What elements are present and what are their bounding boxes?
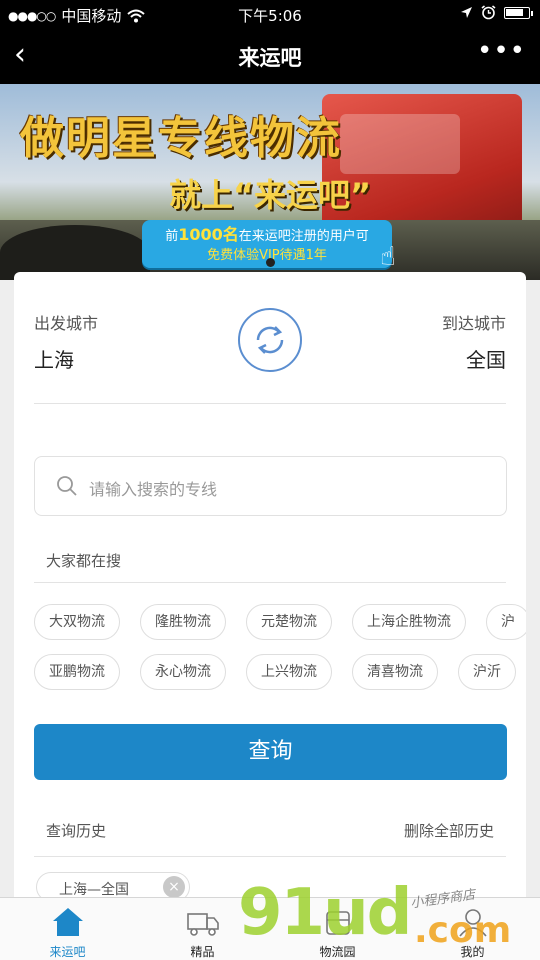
status-time: 下午5:06 bbox=[238, 7, 302, 25]
banner-headline: 做明星专线物流 bbox=[20, 113, 342, 164]
battery-fill bbox=[506, 8, 523, 16]
popular-tag[interactable]: 大双物流 bbox=[34, 604, 120, 640]
popular-tag[interactable]: 上兴物流 bbox=[246, 654, 332, 690]
from-city-value[interactable]: 上海 bbox=[34, 344, 74, 373]
banner-subline: 就上“来运吧” bbox=[168, 176, 372, 214]
popular-tag[interactable]: 上海企胜物流 bbox=[352, 604, 466, 640]
popular-searches-label: 大家都在搜 bbox=[46, 552, 122, 570]
logistics-park-icon bbox=[325, 911, 350, 935]
tab-label: 物流园 bbox=[319, 945, 356, 959]
status-right bbox=[460, 5, 533, 20]
history-item-label: 上海—全国 bbox=[59, 882, 129, 898]
promo-banner[interactable]: 做明星专线物流 就上“来运吧” 前1000名在来运吧注册的用户可 免费体验VIP… bbox=[0, 84, 540, 280]
tab-featured[interactable]: 精品 bbox=[135, 898, 270, 960]
battery-icon bbox=[504, 6, 533, 19]
search-icon bbox=[57, 476, 77, 496]
to-city-label: 到达城市 bbox=[441, 314, 506, 333]
popular-tag[interactable]: 亚鹏物流 bbox=[34, 654, 120, 690]
truck-icon bbox=[186, 913, 219, 936]
tab-label: 精品 bbox=[190, 945, 215, 959]
search-input[interactable]: 请输入搜索的专线 bbox=[34, 456, 507, 516]
popular-tag[interactable]: 清喜物流 bbox=[352, 654, 438, 690]
search-placeholder: 请输入搜索的专线 bbox=[89, 480, 218, 499]
popular-tag[interactable]: 元楚物流 bbox=[246, 604, 332, 640]
history-label: 查询历史 bbox=[46, 822, 107, 840]
promo-line-1: 前1000名在来运吧注册的用户可 bbox=[142, 225, 392, 246]
popular-tags-row-1: 大双物流 隆胜物流 元楚物流 上海企胜物流沪 bbox=[34, 604, 526, 640]
profile-icon bbox=[458, 909, 487, 937]
location-arrow-icon bbox=[461, 7, 472, 18]
page-title: 来运吧 bbox=[238, 46, 302, 70]
popular-tags-row-2: 亚鹏物流 永心物流 上兴物流 清喜物流 沪沂 bbox=[34, 654, 516, 690]
home-icon bbox=[52, 908, 83, 936]
search-card: 出发城市 上海 到达城市 全国 请输入搜索的专线 大家都在搜 大双物流 隆胜物流元… bbox=[14, 272, 526, 912]
tab-home[interactable]: 来运吧 bbox=[0, 898, 135, 960]
tab-profile[interactable]: 我的 bbox=[405, 898, 540, 960]
alarm-icon bbox=[481, 5, 496, 20]
promo-highlight: 1000名 bbox=[178, 225, 239, 244]
status-bar: ●●●○○ 中国移动 下午5:06 bbox=[0, 0, 540, 28]
from-city-label: 出发城市 bbox=[34, 314, 99, 333]
more-menu-button[interactable]: ••• bbox=[477, 36, 526, 66]
carousel-indicator[interactable] bbox=[266, 258, 275, 267]
promo-prefix: 前 bbox=[165, 229, 179, 244]
popular-tag[interactable]: 沪沂 bbox=[458, 654, 516, 690]
tab-label: 来运吧 bbox=[49, 945, 86, 959]
to-city-value[interactable]: 全国 bbox=[466, 344, 506, 373]
popular-tags: 大双物流 隆胜物流 元楚物流 上海企胜物流沪 亚鹏物流 永心物流 上兴物流 清喜物流 沪沂 bbox=[34, 604, 526, 694]
divider bbox=[34, 582, 506, 583]
swap-cities-button[interactable] bbox=[238, 308, 302, 372]
remove-history-icon[interactable]: × bbox=[163, 876, 185, 898]
popular-tag[interactable]: 隆胜物流 bbox=[140, 604, 226, 640]
popular-tag[interactable]: 沪 bbox=[486, 604, 526, 640]
divider bbox=[34, 403, 506, 404]
tab-label: 我的 bbox=[460, 945, 485, 959]
swap-cities-icon bbox=[256, 326, 284, 354]
divider bbox=[34, 856, 506, 857]
popular-tag[interactable]: 永心物流 bbox=[140, 654, 226, 690]
nav-bar: ‹ 来运吧 ••• bbox=[0, 28, 540, 84]
tab-logistics-park[interactable]: 物流园 bbox=[270, 898, 405, 960]
query-button[interactable]: 查询 bbox=[34, 724, 507, 780]
pointer-hand-icon: ☝ bbox=[380, 242, 396, 272]
clear-history-button[interactable]: 删除全部历史 bbox=[404, 820, 494, 841]
tab-bar: 来运吧 精品 物流园 我的 bbox=[0, 897, 540, 960]
promo-rest: 在来运吧注册的用户可 bbox=[238, 229, 369, 244]
